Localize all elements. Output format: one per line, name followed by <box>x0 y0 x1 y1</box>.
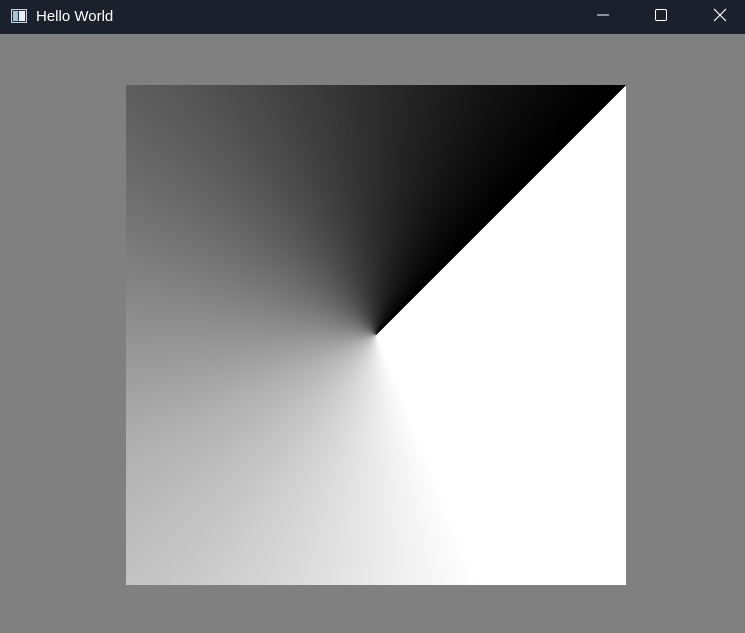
client-area <box>0 34 745 633</box>
close-button[interactable] <box>691 0 745 34</box>
close-icon <box>713 8 727 27</box>
app-icon <box>11 9 27 23</box>
maximize-icon <box>655 8 667 26</box>
app-window: Hello World <box>0 0 745 633</box>
minimize-button[interactable] <box>574 0 632 34</box>
minimize-icon <box>597 8 609 26</box>
title-bar[interactable]: Hello World <box>0 0 745 34</box>
window-title: Hello World <box>36 8 114 25</box>
conic-gradient-canvas <box>126 85 626 585</box>
maximize-button[interactable] <box>632 0 690 34</box>
